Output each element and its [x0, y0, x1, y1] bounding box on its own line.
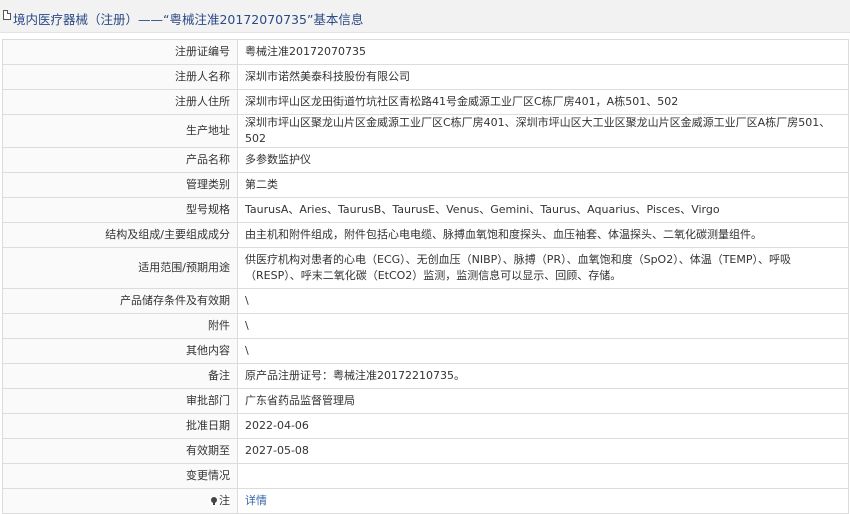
- row-label: 有效期至: [2, 438, 238, 464]
- pin-icon: [211, 497, 217, 505]
- row-label: 注册证编号: [2, 39, 238, 65]
- row-label: 结构及组成/主要组成成分: [2, 222, 238, 248]
- row-label: 变更情况: [2, 463, 238, 489]
- row-label: 其他内容: [2, 338, 238, 364]
- row-value: 原产品注册证号：粤械注准20172210735。: [237, 363, 849, 389]
- row-label: 生产地址: [2, 114, 238, 148]
- row-label: 管理类别: [2, 172, 238, 198]
- info-table: 注册证编号 粤械注准20172070735 注册人名称 深圳市诺然美泰科技股份有…: [2, 39, 849, 514]
- table-row: 适用范围/预期用途 供医疗机构对患者的心电（ECG）、无创血压（NIBP）、脉搏…: [2, 247, 849, 289]
- document-icon: [3, 10, 11, 20]
- row-label: 批准日期: [2, 413, 238, 439]
- table-row: 变更情况: [2, 463, 849, 489]
- table-row: 备注 原产品注册证号：粤械注准20172210735。: [2, 363, 849, 389]
- row-value: TaurusA、Aries、TaurusB、TaurusE、Venus、Gemi…: [237, 197, 849, 223]
- row-value: 2022-04-06: [237, 413, 849, 439]
- page-header: 境内医疗器械（注册）——“粤械注准20172070735”基本信息: [0, 0, 850, 33]
- details-link[interactable]: 详情: [245, 494, 267, 507]
- row-label: 型号规格: [2, 197, 238, 223]
- row-label: 审批部门: [2, 388, 238, 414]
- table-row: 其他内容 \: [2, 338, 849, 364]
- table-row: 型号规格 TaurusA、Aries、TaurusB、TaurusE、Venus…: [2, 197, 849, 223]
- table-row: 注 详情: [2, 488, 849, 514]
- row-value: 供医疗机构对患者的心电（ECG）、无创血压（NIBP）、脉搏（PR）、血氧饱和度…: [237, 247, 849, 289]
- row-label: 注册人住所: [2, 89, 238, 115]
- row-value: 深圳市坪山区龙田街道竹坑社区青松路41号金威源工业厂区C栋厂房401，A栋501…: [237, 89, 849, 115]
- table-row: 有效期至 2027-05-08: [2, 438, 849, 464]
- table-row: 注册证编号 粤械注准20172070735: [2, 39, 849, 65]
- row-label: 产品名称: [2, 147, 238, 173]
- row-value: \: [237, 313, 849, 339]
- row-value: 2027-05-08: [237, 438, 849, 464]
- row-value: 粤械注准20172070735: [237, 39, 849, 65]
- row-value: 深圳市坪山区聚龙山片区金威源工业厂区C栋厂房401、深圳市坪山区大工业区聚龙山片…: [237, 114, 849, 148]
- row-label: 附件: [2, 313, 238, 339]
- row-value: 由主机和附件组成，附件包括心电电缆、脉搏血氧饱和度探头、血压袖套、体温探头、二氧…: [237, 222, 849, 248]
- row-label: 注册人名称: [2, 64, 238, 90]
- row-label: 适用范围/预期用途: [2, 247, 238, 289]
- table-row: 产品储存条件及有效期 \: [2, 288, 849, 314]
- table-row: 批准日期 2022-04-06: [2, 413, 849, 439]
- row-value: [237, 463, 849, 489]
- table-row: 结构及组成/主要组成成分 由主机和附件组成，附件包括心电电缆、脉搏血氧饱和度探头…: [2, 222, 849, 248]
- table-row: 注册人住所 深圳市坪山区龙田街道竹坑社区青松路41号金威源工业厂区C栋厂房401…: [2, 89, 849, 115]
- note-label: 注: [219, 494, 230, 507]
- row-value: 第二类: [237, 172, 849, 198]
- row-value: 深圳市诺然美泰科技股份有限公司: [237, 64, 849, 90]
- page-title: 境内医疗器械（注册）——“粤械注准20172070735”基本信息: [13, 12, 364, 27]
- row-label: 产品储存条件及有效期: [2, 288, 238, 314]
- table-row: 生产地址 深圳市坪山区聚龙山片区金威源工业厂区C栋厂房401、深圳市坪山区大工业…: [2, 114, 849, 148]
- table-row: 管理类别 第二类: [2, 172, 849, 198]
- row-value: \: [237, 288, 849, 314]
- row-value: 多参数监护仪: [237, 147, 849, 173]
- table-row: 审批部门 广东省药品监督管理局: [2, 388, 849, 414]
- table-row: 产品名称 多参数监护仪: [2, 147, 849, 173]
- row-value: \: [237, 338, 849, 364]
- row-value: 详情: [237, 488, 849, 514]
- row-label: 注: [2, 488, 238, 514]
- row-value: 广东省药品监督管理局: [237, 388, 849, 414]
- table-row: 附件 \: [2, 313, 849, 339]
- table-row: 注册人名称 深圳市诺然美泰科技股份有限公司: [2, 64, 849, 90]
- row-label: 备注: [2, 363, 238, 389]
